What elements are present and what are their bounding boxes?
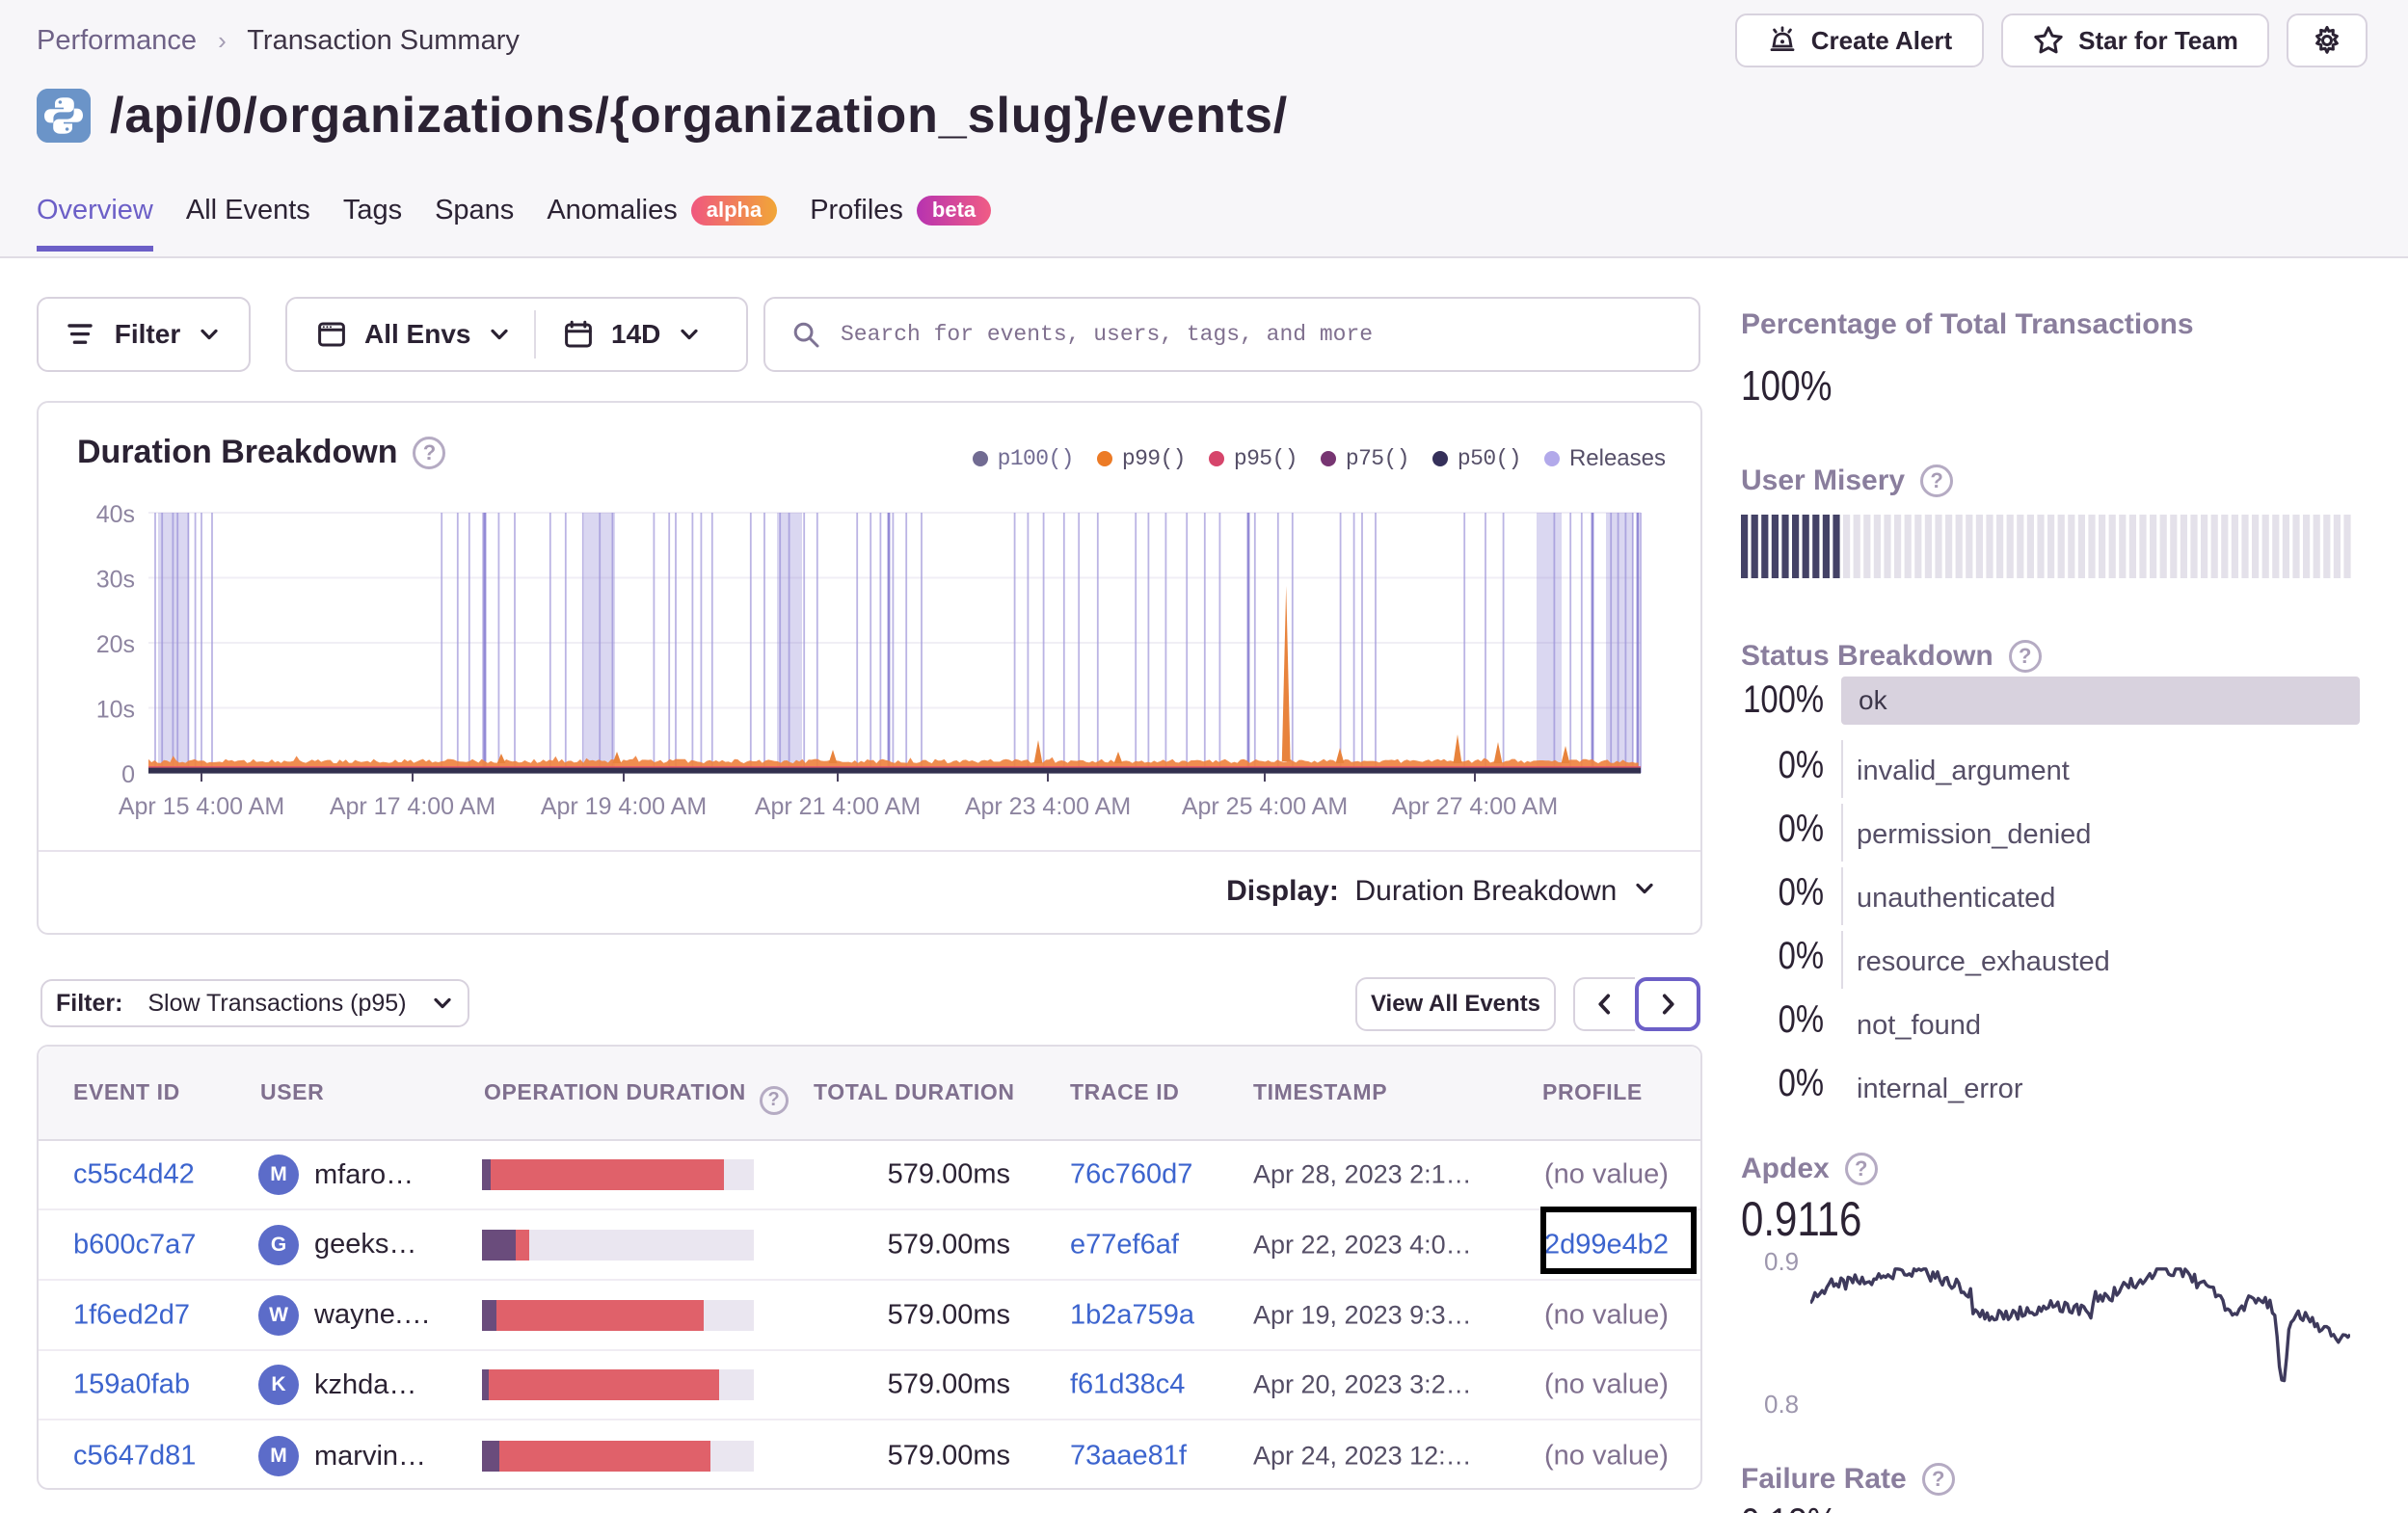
svg-text:20s: 20s	[96, 631, 135, 658]
svg-text:10s: 10s	[96, 697, 135, 724]
svg-text:Apr 19 4:00 AM: Apr 19 4:00 AM	[541, 793, 707, 820]
svg-text:40s: 40s	[96, 501, 135, 528]
svg-text:Apr 23 4:00 AM: Apr 23 4:00 AM	[965, 793, 1131, 820]
svg-text:Apr 15 4:00 AM: Apr 15 4:00 AM	[119, 793, 284, 820]
svg-text:0: 0	[121, 761, 135, 788]
svg-text:Apr 21 4:00 AM: Apr 21 4:00 AM	[755, 793, 921, 820]
svg-text:Apr 27 4:00 AM: Apr 27 4:00 AM	[1392, 793, 1558, 820]
svg-text:Apr 25 4:00 AM: Apr 25 4:00 AM	[1182, 793, 1348, 820]
svg-text:Apr 17 4:00 AM: Apr 17 4:00 AM	[330, 793, 495, 820]
svg-text:30s: 30s	[96, 567, 135, 594]
